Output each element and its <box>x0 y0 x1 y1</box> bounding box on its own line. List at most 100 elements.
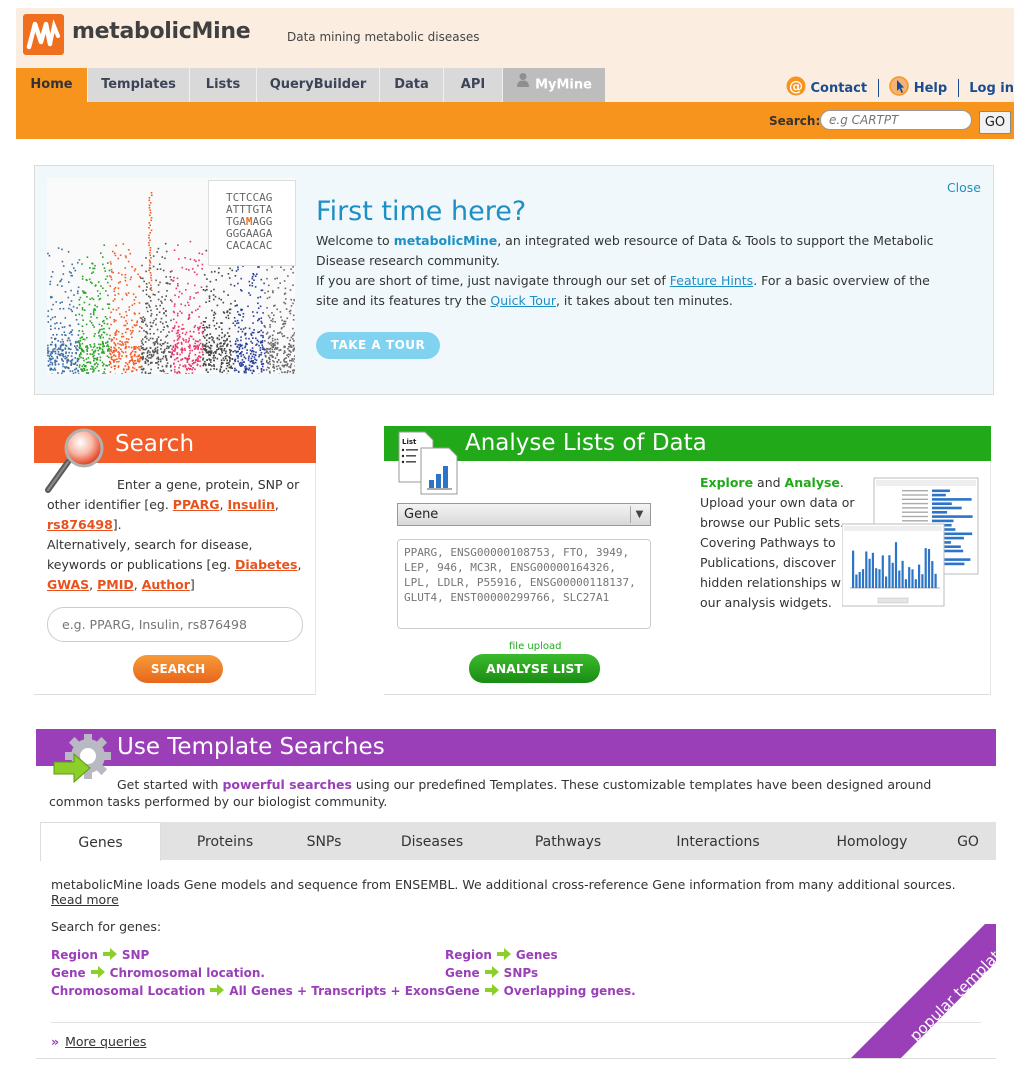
keyword-search-input[interactable] <box>47 607 303 642</box>
analyse-lists-panel: Analyse Lists of Data List Gene ▼ file u… <box>384 426 991 695</box>
templates-title: Use Template Searches <box>117 734 385 760</box>
tab-lists[interactable]: Lists <box>190 68 257 102</box>
template-query-link[interactable]: Gene Chromosomal location. <box>51 966 265 980</box>
query-to: SNPs <box>503 966 539 980</box>
text: , it takes about ten minutes. <box>555 293 733 308</box>
feature-hints-link[interactable]: Feature Hints <box>670 273 753 288</box>
take-a-tour-button[interactable]: TAKE A TOUR <box>316 332 440 359</box>
brand-name[interactable]: metabolicMine <box>72 19 251 44</box>
list-document-icon: List <box>398 431 458 495</box>
tab-api[interactable]: API <box>444 68 503 102</box>
lists-header: Analyse Lists of Data <box>384 426 991 461</box>
explore-text: Explore <box>700 475 754 490</box>
tab-home[interactable]: Home <box>16 68 88 102</box>
text: Get started with <box>117 777 223 792</box>
go-button[interactable]: GO <box>979 111 1011 134</box>
tab-diseases[interactable]: Diseases <box>380 822 484 860</box>
more-queries-label: More queries <box>65 1034 147 1049</box>
example-author-link[interactable]: Author <box>142 577 190 592</box>
tab-proteins[interactable]: Proteins <box>161 822 289 860</box>
text: and <box>753 475 785 490</box>
list-type-value: Gene <box>404 507 439 522</box>
read-more-link[interactable]: Read more <box>51 892 119 907</box>
search-title: Search <box>115 431 195 457</box>
tab-go[interactable]: GO <box>946 822 990 860</box>
template-searches-panel: Use Template Searches Get started with p… <box>36 729 996 1059</box>
arrow-right-icon <box>496 948 511 960</box>
arrow-right-icon <box>90 966 105 978</box>
tab-mymine-label: MyMine <box>535 77 592 93</box>
tab-snps[interactable]: SNPs <box>289 822 359 860</box>
user-icon <box>516 68 530 102</box>
query-from: Chromosomal Location <box>51 984 206 998</box>
tab-data[interactable]: Data <box>380 68 444 102</box>
top-links: @ Contact Help Log in <box>786 76 1014 100</box>
widget-screenshots-image <box>842 477 979 607</box>
tab-mymine[interactable]: MyMine <box>503 68 606 102</box>
tab-interactions[interactable]: Interactions <box>660 822 776 860</box>
divider <box>957 79 959 97</box>
query-to: SNP <box>121 948 150 962</box>
contact-icon: @ <box>786 76 806 100</box>
template-query-link[interactable]: Gene SNPs <box>445 966 538 980</box>
close-link[interactable]: Close <box>947 180 981 195</box>
example-snp-link[interactable]: rs876498 <box>47 517 113 532</box>
lists-description: Explore and Analyse. Upload your own dat… <box>700 473 860 613</box>
tab-pathways[interactable]: Pathways <box>518 822 618 860</box>
example-insulin-link[interactable]: Insulin <box>228 497 275 512</box>
identifiers-textarea[interactable] <box>397 539 651 629</box>
query-to: Overlapping genes. <box>503 984 636 998</box>
file-upload-link[interactable]: file upload <box>509 641 561 652</box>
example-pparg-link[interactable]: PPARG <box>173 497 220 512</box>
double-chevron-icon: » <box>51 1034 60 1049</box>
templates-header: Use Template Searches <box>36 729 996 766</box>
more-queries-link[interactable]: » More queries <box>51 1034 146 1049</box>
text: If you are short of time, just navigate … <box>316 273 670 288</box>
example-diabetes-link[interactable]: Diabetes <box>235 557 297 572</box>
genes-tab-description: metabolicMine loads Gene models and sequ… <box>51 877 981 907</box>
search-button[interactable]: SEARCH <box>133 655 223 683</box>
logo-icon[interactable] <box>23 14 64 55</box>
search-bar: Search: GO <box>16 102 1014 139</box>
quick-search-input[interactable] <box>820 110 972 130</box>
search-panel: Search Enter a gene, protein, SNP or oth… <box>34 426 316 695</box>
query-from: Gene <box>51 966 86 980</box>
sequence-image: TCTCCAG ATTTGTA TGAMAGG GGGAAGA CACACAC <box>208 180 296 266</box>
query-to: All Genes + Transcripts + Exons <box>229 984 445 998</box>
welcome-panel: TCTCCAG ATTTGTA TGAMAGG GGGAAGA CACACAC … <box>34 165 994 395</box>
login-link[interactable]: Log in <box>969 81 1014 96</box>
text: ] <box>189 577 195 592</box>
lists-title: Analyse Lists of Data <box>465 430 707 456</box>
analyse-list-button[interactable]: ANALYSE LIST <box>469 654 600 683</box>
template-query-link[interactable]: Gene Overlapping genes. <box>445 984 636 998</box>
example-gwas-link[interactable]: GWAS <box>47 577 89 592</box>
example-pmid-link[interactable]: PMID <box>97 577 134 592</box>
template-query-link[interactable]: Region Genes <box>445 948 558 962</box>
arrow-right-icon <box>102 948 117 960</box>
tagline: Data mining metabolic diseases <box>287 30 480 44</box>
tab-genes[interactable]: Genes <box>40 822 161 861</box>
query-from: Region <box>51 948 98 962</box>
template-query-link[interactable]: Chromosomal Location All Genes + Transcri… <box>51 984 445 998</box>
list-type-select[interactable]: Gene ▼ <box>397 503 651 526</box>
template-tabs: Genes Proteins SNPs Diseases Pathways In… <box>40 822 996 861</box>
template-query-link[interactable]: Region SNP <box>51 948 149 962</box>
contact-link[interactable]: Contact <box>810 81 867 96</box>
query-from: Region <box>445 948 492 962</box>
query-from: Gene <box>445 984 480 998</box>
query-to: Chromosomal location. <box>109 966 265 980</box>
quick-tour-link[interactable]: Quick Tour <box>490 293 556 308</box>
help-link[interactable]: Help <box>914 81 947 96</box>
query-to: Genes <box>515 948 558 962</box>
arrow-right-icon <box>210 984 225 996</box>
popular-templates-ribbon[interactable]: popular templates <box>816 924 996 1059</box>
tab-homology[interactable]: Homology <box>824 822 920 860</box>
help-icon <box>889 76 909 100</box>
arrow-right-icon <box>484 984 499 996</box>
welcome-title: First time here? <box>316 196 527 227</box>
tab-templates[interactable]: Templates <box>88 68 190 102</box>
text: Welcome to <box>316 233 394 248</box>
svg-text:@: @ <box>789 79 803 95</box>
tab-querybuilder[interactable]: QueryBuilder <box>257 68 380 102</box>
text: metabolicMine loads Gene models and sequ… <box>51 877 956 892</box>
